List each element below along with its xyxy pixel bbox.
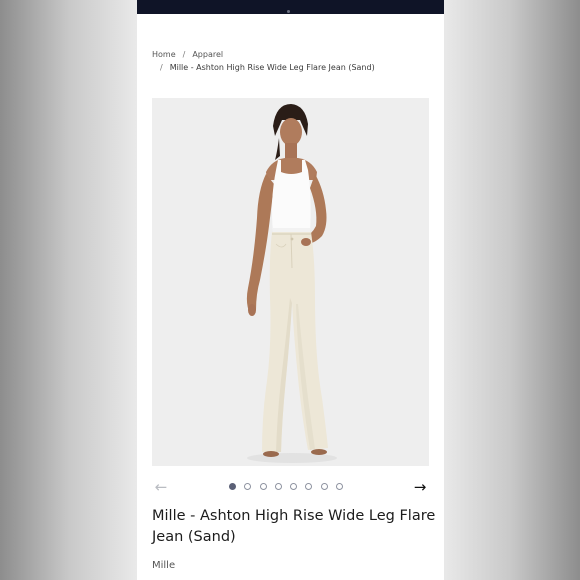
- product-image[interactable]: [152, 98, 429, 466]
- gallery-dot[interactable]: [274, 483, 282, 490]
- product-brand[interactable]: Mille: [152, 560, 175, 571]
- nav-indicator: [287, 10, 290, 13]
- breadcrumb-current: Mille - Ashton High Rise Wide Leg Flare …: [169, 63, 375, 72]
- gallery-dot[interactable]: [229, 483, 236, 490]
- arrow-left-icon[interactable]: ←: [152, 478, 170, 496]
- gallery-dot[interactable]: [320, 483, 328, 490]
- arrow-right-icon[interactable]: →: [411, 478, 429, 496]
- gallery-dot[interactable]: [336, 483, 344, 490]
- gallery-dot[interactable]: [305, 483, 313, 490]
- model-photo: [152, 98, 429, 466]
- product-title: Mille - Ashton High Rise Wide Leg Flare …: [152, 508, 436, 545]
- gallery-dot[interactable]: [290, 483, 298, 490]
- breadcrumb-home-link[interactable]: Home: [152, 50, 176, 59]
- breadcrumb: Home / Apparel / Mille - Ashton High Rise W…: [152, 48, 437, 74]
- breadcrumb-separator: /: [160, 63, 163, 72]
- top-nav-bar: [137, 0, 444, 14]
- breadcrumb-apparel-link[interactable]: Apparel: [192, 50, 223, 59]
- gallery-navigation: ← →: [152, 478, 429, 498]
- gallery-dot[interactable]: [259, 483, 267, 490]
- breadcrumb-separator: /: [182, 50, 186, 59]
- gallery-pagination: [229, 483, 344, 492]
- product-page: Home / Apparel / Mille - Ashton High Rise W…: [137, 0, 444, 580]
- gallery-dot[interactable]: [244, 483, 252, 490]
